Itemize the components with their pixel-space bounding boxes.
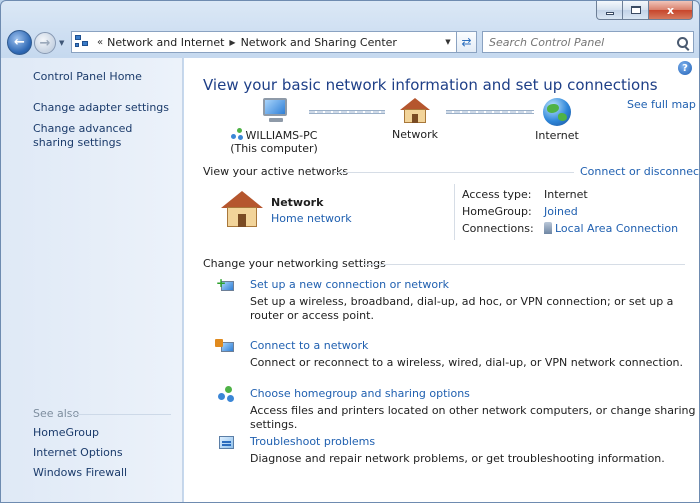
active-network-panel: Network Home network Access type: Interne… (204, 184, 684, 240)
homegroup-row: HomeGroup: Joined (462, 205, 578, 218)
address-bar[interactable]: « Network and Internet ▶ Network and Sha… (71, 31, 457, 53)
address-dropdown-icon[interactable]: ▼ (440, 38, 456, 46)
map-connector-line (309, 110, 385, 114)
home-network-icon (400, 98, 430, 124)
computer-name: WILLIAMS-PC (245, 129, 318, 142)
maximize-button[interactable] (623, 1, 649, 20)
homegroup-icon (217, 386, 237, 404)
vertical-divider (454, 184, 455, 240)
task-connect-to-network: Connect to a network Connect or reconnec… (215, 338, 690, 371)
network-sharing-center-window: x ← → ▼ « Network and Internet ▶ Network… (0, 0, 700, 503)
new-connection-icon: + (216, 276, 237, 295)
help-icon[interactable]: ? (678, 61, 692, 75)
see-full-map-link[interactable]: See full map (627, 98, 696, 111)
homegroup-label: HomeGroup: (462, 205, 532, 218)
section-divider (334, 172, 574, 173)
task-setup-new-connection: + Set up a new connection or network Set… (216, 276, 690, 324)
connect-network-icon (215, 338, 237, 356)
access-type-value: Internet (544, 188, 588, 201)
sidebar-control-panel-home[interactable]: Control Panel Home (33, 70, 142, 84)
section-divider (363, 264, 685, 265)
troubleshoot-problems-description: Diagnose and repair network problems, or… (250, 452, 665, 465)
connect-to-network-description: Connect or reconnect to a wireless, wire… (250, 356, 684, 369)
refresh-button[interactable]: ⇄ (457, 31, 477, 53)
back-arrow-icon: ← (14, 35, 25, 50)
network-type-link[interactable]: Home network (271, 212, 352, 225)
connections-label: Connections: (462, 222, 534, 235)
breadcrumb-network-and-sharing-center[interactable]: Network and Sharing Center (237, 36, 401, 49)
network-globe-small-icon (230, 128, 244, 141)
breadcrumb-separator-icon[interactable]: ▶ (228, 38, 236, 47)
troubleshoot-problems-link[interactable]: Troubleshoot problems (250, 435, 375, 448)
search-input[interactable] (489, 35, 669, 49)
homegroup-sharing-link[interactable]: Choose homegroup and sharing options (250, 387, 470, 400)
internet-globe-icon (543, 98, 571, 126)
computer-subtitle: (This computer) (230, 142, 318, 155)
maximize-icon (630, 6, 641, 14)
sidebar-see-also-windows-firewall[interactable]: Windows Firewall (33, 466, 127, 480)
setup-new-connection-description: Set up a wireless, broadband, dial-up, a… (250, 295, 674, 322)
homegroup-joined-link[interactable]: Joined (544, 205, 578, 218)
troubleshoot-icon (217, 434, 237, 452)
main-content: ? View your basic network information an… (184, 58, 699, 502)
sidebar-change-advanced-sharing[interactable]: Change advanced sharing settings (33, 122, 163, 150)
task-troubleshoot: Troubleshoot problems Diagnose and repai… (217, 434, 690, 467)
local-area-connection-link[interactable]: Local Area Connection (544, 222, 678, 235)
close-button[interactable]: x (649, 1, 693, 20)
task-homegroup-sharing: Choose homegroup and sharing options Acc… (217, 386, 695, 431)
refresh-icon: ⇄ (461, 35, 472, 49)
minimize-button[interactable] (596, 1, 623, 20)
ethernet-plug-icon (544, 222, 552, 234)
setup-new-connection-link[interactable]: Set up a new connection or network (250, 278, 449, 291)
homegroup-sharing-description: Access files and printers located on oth… (250, 404, 696, 431)
sidebar-see-also-internet-options[interactable]: Internet Options (33, 446, 123, 460)
search-box[interactable] (482, 31, 694, 53)
map-this-computer[interactable]: WILLIAMS-PC (This computer) (226, 98, 322, 155)
control-panel-icon (75, 35, 91, 49)
sidebar-see-also-homegroup[interactable]: HomeGroup (33, 426, 99, 440)
map-network-label: Network (392, 128, 438, 141)
minimize-icon (605, 11, 614, 15)
see-also-divider (71, 414, 171, 415)
map-internet[interactable]: Internet (525, 98, 589, 142)
search-icon[interactable] (677, 36, 688, 48)
active-network-name: Network (271, 196, 324, 209)
page-title: View your basic network information and … (203, 76, 658, 94)
caption-buttons: x (596, 1, 693, 21)
connections-row: Connections: Local Area Connection (462, 222, 678, 235)
sidebar-change-adapter-settings[interactable]: Change adapter settings (33, 101, 169, 115)
access-type-row: Access type: Internet (462, 188, 588, 201)
map-internet-label: Internet (535, 129, 579, 142)
computer-icon (259, 98, 289, 124)
connect-or-disconnect-link[interactable]: Connect or disconnect (580, 165, 699, 178)
recent-pages-dropdown[interactable]: ▼ (59, 39, 64, 47)
connection-name: Local Area Connection (555, 222, 679, 235)
map-network[interactable]: Network (384, 98, 446, 141)
close-icon: x (666, 3, 675, 17)
navigation-bar: ← → ▼ « Network and Internet ▶ Network a… (1, 27, 699, 57)
home-network-icon (221, 191, 263, 229)
active-networks-heading: View your active networks (203, 165, 349, 178)
sidebar: Control Panel Home Change adapter settin… (1, 58, 183, 502)
networking-settings-heading: Change your networking settings (203, 257, 386, 270)
back-button[interactable]: ← (7, 30, 32, 55)
connect-to-network-link[interactable]: Connect to a network (250, 339, 368, 352)
forward-arrow-icon: → (39, 35, 51, 51)
forward-button[interactable]: → (34, 32, 56, 54)
map-connector-line (446, 110, 534, 114)
breadcrumb-network-and-internet[interactable]: Network and Internet (103, 36, 228, 49)
access-type-label: Access type: (462, 188, 532, 201)
